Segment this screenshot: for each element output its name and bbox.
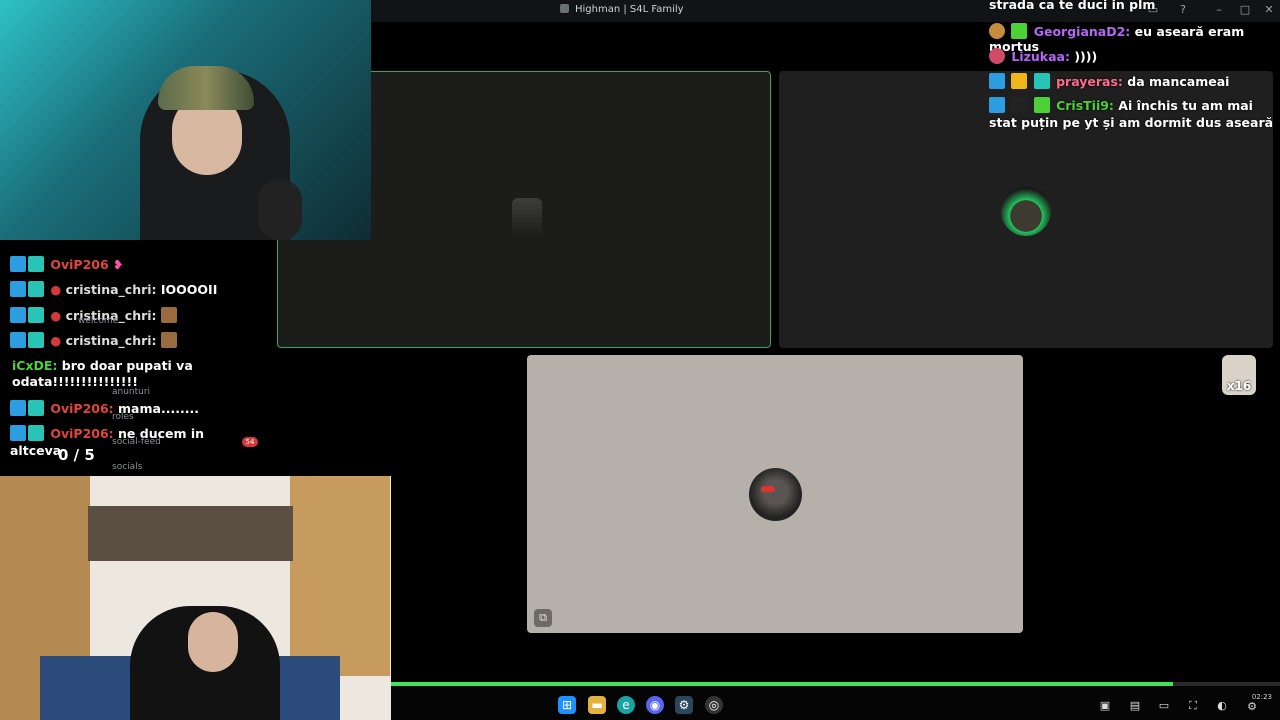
app-icon (560, 4, 569, 13)
close-icon[interactable]: ✕ (1262, 3, 1276, 17)
channel-label: anunturi (112, 387, 151, 397)
volume-icon[interactable]: ◐ (1214, 698, 1230, 714)
gaming-icon[interactable]: ◎ (705, 696, 723, 714)
chat-message: ● cristina_chri: IOOOOII (10, 281, 217, 297)
channel-label: roles (112, 412, 134, 422)
chat-message: OviP206: mama........ (10, 400, 199, 416)
discord-icon[interactable]: ◉ (646, 696, 664, 714)
notification-badge: 54 (242, 437, 258, 447)
chat-message: prayeras: da mancameai (989, 73, 1229, 89)
tray-icon[interactable]: ▤ (1127, 698, 1143, 714)
help-icon[interactable]: ? (1176, 3, 1190, 17)
channel-label: welcome (78, 316, 119, 326)
goal-counter: 0 / 5 (58, 446, 95, 464)
channel-label: social-feed (112, 437, 161, 447)
edge-icon[interactable]: e (617, 696, 635, 714)
window-title: Highman | S4L Family (560, 4, 684, 15)
channel-label: socials (112, 462, 143, 472)
display-icon[interactable]: ▭ (1156, 698, 1172, 714)
steam-icon[interactable]: ⚙ (675, 696, 693, 714)
clock: 02:23 (1251, 693, 1272, 701)
chat-message: CrisTii9: Ai închis tu am mai stat puțin… (989, 97, 1274, 130)
minimize-icon[interactable]: – (1212, 3, 1226, 17)
streamer-webcam (0, 0, 371, 240)
participant-1-avatar (512, 198, 542, 238)
fullscreen-icon[interactable]: ⛶ (1185, 698, 1201, 714)
chat-message: strada ca te duci in plm (989, 0, 1156, 12)
screen-icon[interactable]: ▣ (1097, 698, 1113, 714)
chat-message: Lizukaa: )))) (989, 48, 1097, 64)
participant-3-avatar (749, 468, 802, 521)
file-explorer-icon[interactable]: ▬ (588, 696, 606, 714)
chat-message: iCxDE: bro doar pupati va odata!!!!!!!!!… (12, 358, 193, 389)
maximize-icon[interactable]: □ (1238, 3, 1252, 17)
taskbar (391, 686, 1280, 720)
participant-2-avatar (1001, 186, 1051, 236)
pop-out-icon[interactable]: ⧉ (534, 609, 552, 627)
windows-start-icon[interactable]: ⊞ (558, 696, 576, 714)
cat-emote: x16 (1222, 355, 1256, 395)
chat-message: OviP206 ❥ (10, 256, 124, 272)
chat-message: ● cristina_chri: (10, 332, 179, 348)
settings-icon[interactable]: ⚙ (1244, 699, 1260, 715)
guest-webcam (0, 476, 391, 720)
